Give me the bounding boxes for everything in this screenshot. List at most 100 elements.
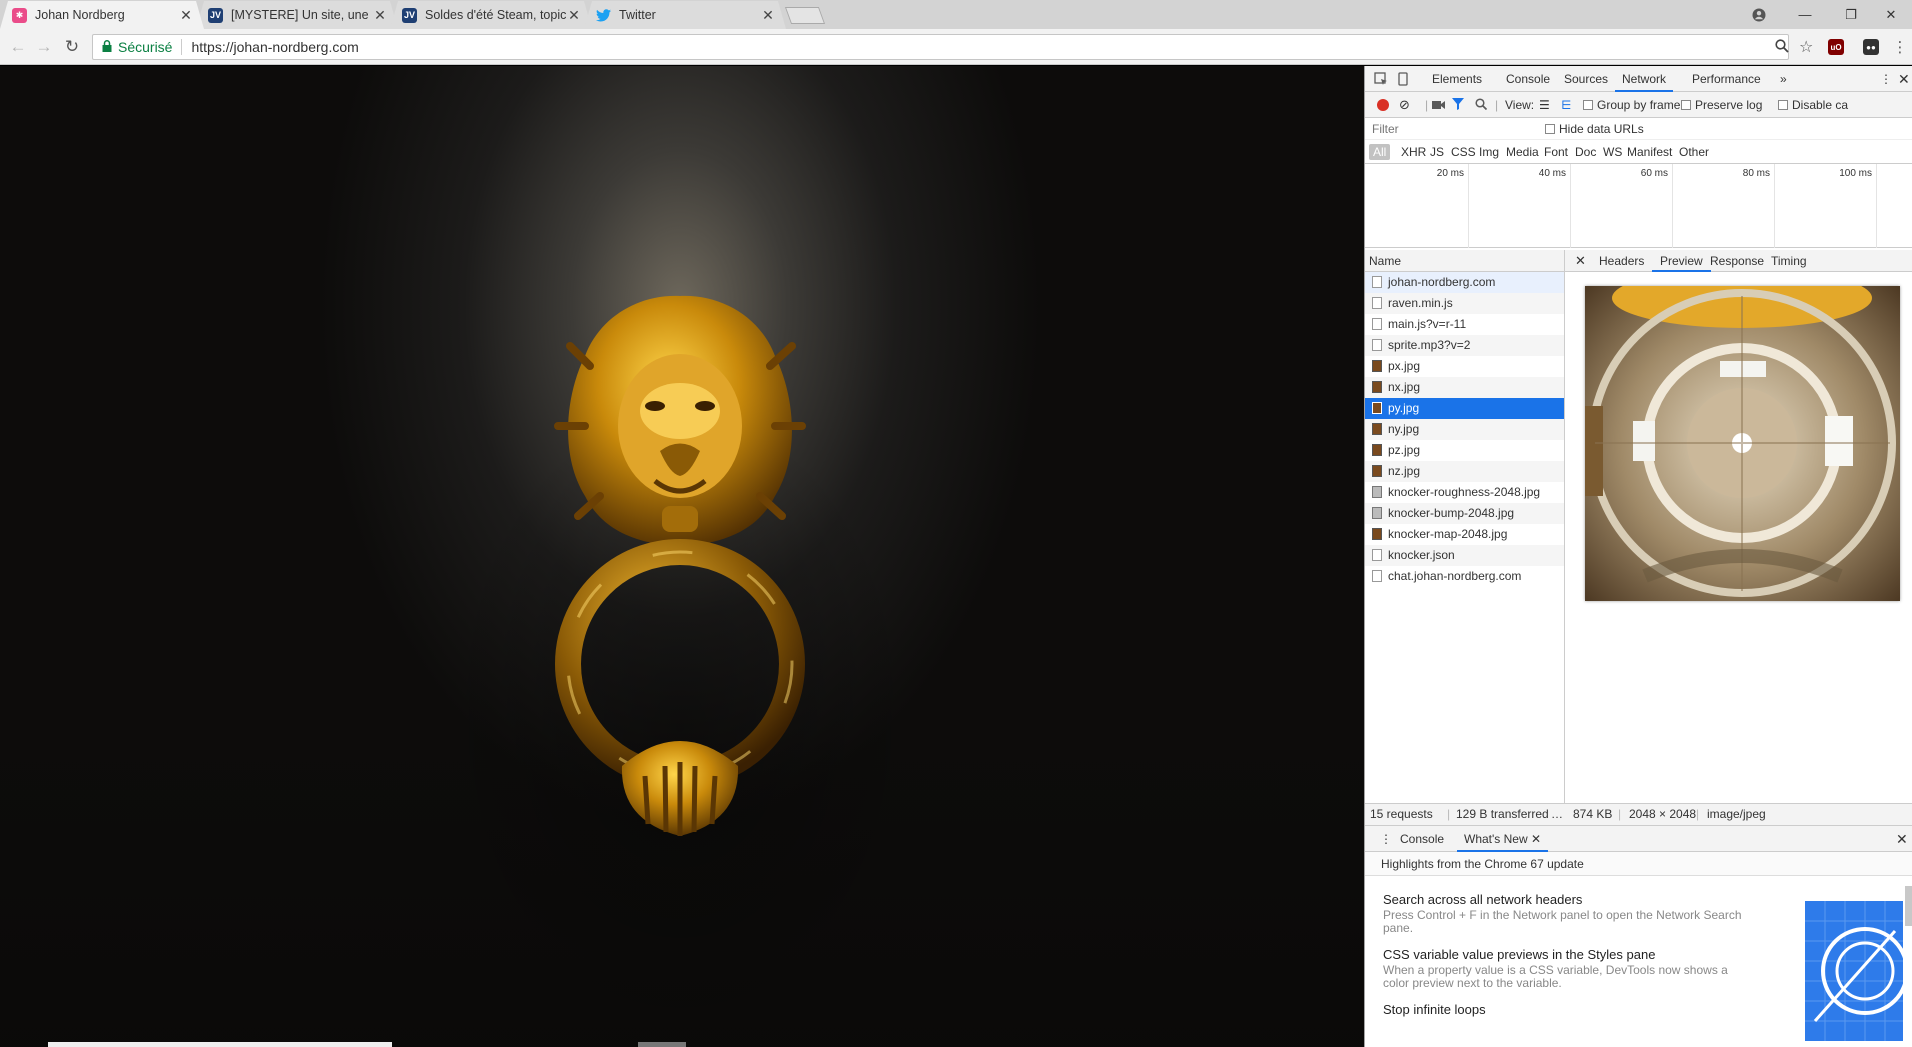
request-row[interactable]: pz.jpg [1365,440,1564,461]
jvc-icon: JV [402,8,417,23]
request-row[interactable]: knocker-map-2048.jpg [1365,524,1564,545]
type-filter-all[interactable]: All [1369,144,1391,160]
drawer-scrollbar[interactable] [1905,886,1912,926]
extension-icon[interactable]: ●● [1863,39,1879,55]
disable-cache-label: Disable ca [1792,98,1849,112]
tab-timing[interactable]: Timing [1763,250,1815,272]
tab-headers[interactable]: Headers [1591,250,1652,272]
drawer-tab-console[interactable]: Console [1393,826,1451,852]
close-icon[interactable]: ✕ [178,7,194,24]
large-rows-icon[interactable]: ☰ [1539,92,1550,118]
inspect-element-icon[interactable] [1373,71,1389,87]
timeline-tick: 80 ms [1742,168,1770,179]
drawer-tabbar: ⋮ Console What's New ✕ ✕ [1365,826,1912,852]
tab-elements[interactable]: Elements [1425,66,1489,92]
devtools-close-icon[interactable]: ✕ [1891,66,1912,92]
request-row-selected[interactable]: py.jpg [1365,398,1564,419]
page-viewport[interactable] [0,66,1364,1047]
image-icon [1372,423,1382,435]
image-icon [1372,507,1382,519]
request-row[interactable]: nz.jpg [1365,461,1564,482]
close-details-icon[interactable]: ✕ [1567,250,1594,272]
image-icon [1372,360,1382,372]
request-row[interactable]: knocker.json [1365,545,1564,566]
filter-funnel-icon[interactable] [1452,92,1464,118]
menu-kebab-icon[interactable]: ⋮ [1888,35,1912,59]
close-icon[interactable]: ✕ [1531,832,1541,846]
type-filter-manifest[interactable]: Manifest [1623,144,1676,160]
request-row[interactable]: sprite.mp3?v=2 [1365,335,1564,356]
profile-icon[interactable] [1736,0,1782,29]
close-icon[interactable]: ✕ [372,7,388,24]
waterfall-icon[interactable]: ⋿ [1561,92,1571,118]
name-column-header[interactable]: Name [1365,250,1564,272]
type-filter-media[interactable]: Media [1502,144,1543,160]
group-by-frame-checkbox[interactable]: Group by frame [1583,92,1680,118]
address-bar[interactable]: Sécurisé https://johan-nordberg.com ☆ [92,34,1813,60]
tab-console[interactable]: Console [1499,66,1557,92]
filter-input[interactable] [1368,120,1532,138]
drawer-close-icon[interactable]: ✕ [1889,826,1912,852]
hide-data-urls-label: Hide data URLs [1559,122,1644,136]
news-title[interactable]: CSS variable value previews in the Style… [1383,947,1753,962]
tab-johan-nordberg[interactable]: ✱ Johan Nordberg ✕ [0,1,204,29]
hide-data-urls-checkbox[interactable]: Hide data URLs [1545,116,1644,142]
type-filter-other[interactable]: Other [1675,144,1713,160]
tab-mystere[interactable]: JV [MYSTERE] Un site, une p ✕ [196,1,398,29]
news-title[interactable]: Stop infinite loops [1383,1002,1753,1017]
tab-twitter[interactable]: Twitter ✕ [584,1,786,29]
news-body: When a property value is a CSS variable,… [1383,963,1728,990]
preserve-log-checkbox[interactable]: Preserve log [1681,92,1762,118]
twitter-icon [596,8,611,23]
tab-soldes-steam[interactable]: JV Soldes d'été Steam, topic ✕ [390,1,592,29]
view-label: View: [1505,98,1535,112]
bookmark-star-icon[interactable]: ☆ [1799,37,1813,57]
back-arrow-icon[interactable]: ← [6,35,30,59]
new-tab-button[interactable] [784,7,826,24]
request-row[interactable]: chat.johan-nordberg.com [1365,566,1564,587]
page-scrollbar[interactable] [48,1042,392,1047]
record-button[interactable] [1377,99,1389,111]
reload-icon[interactable]: ↻ [60,35,84,59]
tab-sources[interactable]: Sources [1557,66,1615,92]
devtools-tabbar: Elements Console Sources Network Perform… [1365,66,1912,92]
request-row[interactable]: nx.jpg [1365,377,1564,398]
close-icon[interactable]: ✕ [760,7,776,24]
search-icon[interactable] [1475,92,1488,118]
news-title[interactable]: Search across all network headers [1383,892,1753,907]
network-split: Name johan-nordberg.com raven.min.js mai… [1365,250,1912,825]
ublock-icon[interactable]: uO [1828,39,1844,55]
request-row[interactable]: knocker-bump-2048.jpg [1365,503,1564,524]
type-filter-doc[interactable]: Doc [1571,144,1600,160]
minimize-button[interactable]: — [1782,0,1828,29]
search-icon[interactable] [1775,39,1789,56]
more-panels-icon[interactable]: » [1773,66,1794,92]
type-filter-js[interactable]: JS [1426,144,1448,160]
request-row[interactable]: main.js?v=r-11 [1365,314,1564,335]
screenshot-camera-icon[interactable] [1432,92,1445,118]
clear-icon[interactable]: ⊘ [1399,92,1410,118]
type-filter-img[interactable]: Img [1475,144,1503,160]
request-row[interactable]: raven.min.js [1365,293,1564,314]
tab-network[interactable]: Network [1615,66,1674,92]
drawer-tab-whats-new[interactable]: What's New ✕ [1457,826,1549,852]
image-icon [1372,444,1382,456]
network-overview[interactable]: 20 ms 40 ms 60 ms 80 ms 100 ms [1365,164,1912,248]
close-icon[interactable]: ✕ [566,7,582,24]
tab-response[interactable]: Response [1702,250,1772,272]
timeline-tick: 60 ms [1640,168,1668,179]
request-row[interactable]: johan-nordberg.com [1365,272,1564,293]
disable-cache-checkbox[interactable]: Disable ca [1778,92,1848,118]
tab-performance[interactable]: Performance [1685,66,1768,92]
request-row[interactable]: knocker-roughness-2048.jpg [1365,482,1564,503]
forward-arrow-icon[interactable]: → [32,35,56,59]
jvc-icon: JV [208,8,223,23]
type-filter-font[interactable]: Font [1540,144,1572,160]
network-toolbar: ⊘ | | View: ☰ ⋿ Group by frame Preserve … [1365,92,1912,118]
device-toolbar-icon[interactable] [1395,71,1411,87]
browser-toolbar: ← → ↻ Sécurisé https://johan-nordberg.co… [0,29,1912,65]
window-close-button[interactable]: ✕ [1868,0,1912,29]
request-row[interactable]: px.jpg [1365,356,1564,377]
request-row[interactable]: ny.jpg [1365,419,1564,440]
request-count: 15 requests [1370,807,1433,821]
